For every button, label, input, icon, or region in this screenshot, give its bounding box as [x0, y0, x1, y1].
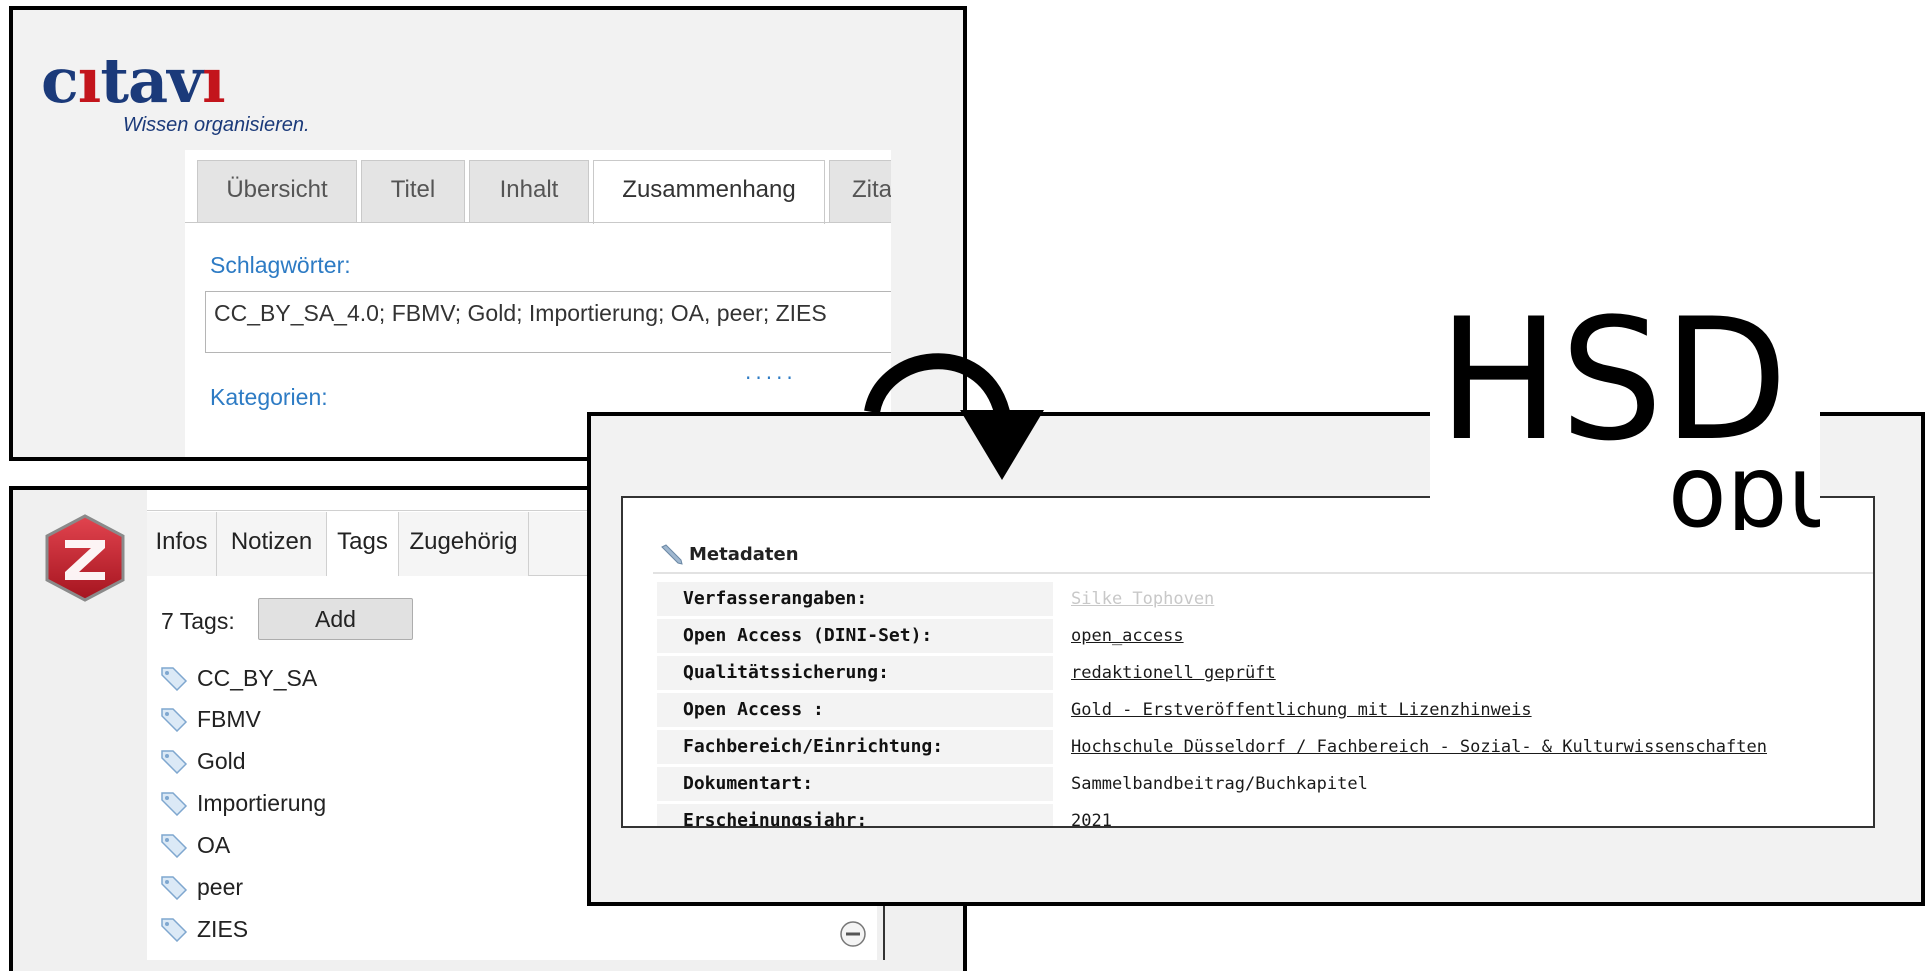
metadata-value-link[interactable]: Gold - Erstveröffentlichung mit Lizenzhi…: [1071, 693, 1532, 727]
tag-item[interactable]: ZIES: [159, 911, 248, 947]
metadata-value-link[interactable]: Silke Tophoven: [1071, 582, 1214, 616]
tab-infos[interactable]: Infos: [147, 512, 217, 576]
metadata-key: Open Access :: [657, 693, 1053, 727]
remove-tag-icon[interactable]: [839, 920, 867, 948]
curved-arrow-icon: [864, 353, 1044, 480]
tab-divider: [185, 222, 891, 223]
opus-logo-text: opus: [1668, 433, 1820, 530]
tag-icon: [161, 750, 188, 774]
tag-item[interactable]: CC_BY_SA: [159, 660, 317, 696]
metadata-key: Dokumentart:: [657, 767, 1053, 801]
splitter-handle[interactable]: .....: [745, 360, 797, 384]
keywords-field[interactable]: CC_BY_SA_4.0; FBMV; Gold; Importierung; …: [205, 291, 891, 353]
metadata-heading: Metadaten: [659, 543, 799, 565]
tag-count: 7 Tags:: [161, 608, 235, 634]
tab-inhalt[interactable]: Inhalt: [469, 160, 589, 222]
tag-label: Gold: [197, 747, 246, 774]
tab-zitate[interactable]: Zitat: [829, 160, 891, 222]
metadata-row: Open Access (DINI-Set): open_access: [657, 619, 1867, 655]
metadata-key: Verfasserangaben:: [657, 582, 1053, 616]
opus-metadata-frame: Metadaten Verfasserangaben: Silke Tophov…: [621, 496, 1875, 828]
categories-label: Kategorien:: [210, 384, 328, 410]
tab-uebersicht[interactable]: Übersicht: [197, 160, 357, 222]
tag-item[interactable]: Gold: [159, 743, 246, 779]
tag-label: peer: [197, 873, 244, 900]
tab-zugehoerig[interactable]: Zugehörig: [399, 512, 529, 576]
keywords-label: Schlagwörter:: [210, 252, 351, 278]
tag-icon: [161, 792, 188, 816]
tag-label: CC_BY_SA: [197, 664, 318, 691]
citavi-tagline: Wissen organisieren.: [123, 114, 310, 136]
pencil-icon: [661, 544, 683, 565]
metadata-row: Fachbereich/Einrichtung: Hochschule Düss…: [657, 730, 1867, 766]
metadata-value: 2021: [1071, 811, 1112, 828]
tag-label: FBMV: [197, 705, 261, 732]
metadata-value-link[interactable]: redaktionell geprüft: [1071, 656, 1276, 690]
tab-titel[interactable]: Titel: [361, 160, 465, 222]
tag-item[interactable]: FBMV: [159, 701, 261, 737]
citavi-wordmark-tav: tav: [100, 44, 203, 117]
citavi-panel: cıtavı Wissen organisieren. Übersicht Ti…: [9, 6, 967, 461]
metadata-row: Erscheinungsjahr: 2021: [657, 804, 1867, 828]
metadata-key: Erscheinungsjahr:: [657, 804, 1053, 826]
tag-icon: [161, 708, 188, 732]
heading-divider: [653, 572, 1873, 574]
tag-icon: [161, 918, 188, 942]
citavi-tab-bar: Übersicht Titel Inhalt Zusammenhang Zita…: [185, 160, 891, 224]
tag-label: ZIES: [197, 915, 249, 942]
citavi-wordmark-i-red: ı: [77, 44, 102, 117]
metadata-key: Fachbereich/Einrichtung:: [657, 730, 1053, 764]
tag-item[interactable]: Importierung: [159, 785, 326, 821]
metadata-row: Verfasserangaben: Silke Tophoven: [657, 582, 1867, 618]
tag-icon: [161, 667, 188, 691]
tag-label: OA: [197, 831, 231, 858]
metadata-key: Qualitätssicherung:: [657, 656, 1053, 690]
tab-zusammenhang[interactable]: Zusammenhang: [593, 160, 825, 224]
zotero-logo-icon: [45, 514, 125, 602]
tag-label: Importierung: [197, 789, 327, 816]
metadata-heading-label: Metadaten: [689, 543, 799, 565]
citavi-logo: cıtavı Wissen organisieren.: [41, 50, 310, 137]
tag-icon: [161, 834, 188, 858]
metadata-value-link[interactable]: open_access: [1071, 619, 1184, 653]
tag-item[interactable]: OA: [159, 827, 230, 863]
tag-item[interactable]: peer: [159, 869, 243, 905]
citavi-wordmark: cıtavı: [41, 50, 310, 112]
metadata-row: Open Access : Gold - Erstveröffentlichun…: [657, 693, 1867, 729]
tab-notizen[interactable]: Notizen: [217, 512, 327, 576]
tab-tags[interactable]: Tags: [327, 512, 399, 576]
tag-icon: [161, 876, 188, 900]
citavi-wordmark-i-red-2: ı: [202, 44, 226, 117]
hsd-opus-logo: HSD opus: [1430, 300, 1820, 530]
metadata-value: Sammelbandbeitrag/Buchkapitel: [1071, 774, 1368, 794]
metadata-key: Open Access (DINI-Set):: [657, 619, 1053, 653]
metadata-row: Dokumentart: Sammelbandbeitrag/Buchkapit…: [657, 767, 1867, 803]
add-tag-button[interactable]: Add: [258, 598, 413, 640]
citavi-wordmark-c: c: [41, 44, 79, 117]
metadata-value-link[interactable]: Hochschule Düsseldorf / Fachbereich - So…: [1071, 730, 1767, 764]
metadata-row: Qualitätssicherung: redaktionell geprüft: [657, 656, 1867, 692]
